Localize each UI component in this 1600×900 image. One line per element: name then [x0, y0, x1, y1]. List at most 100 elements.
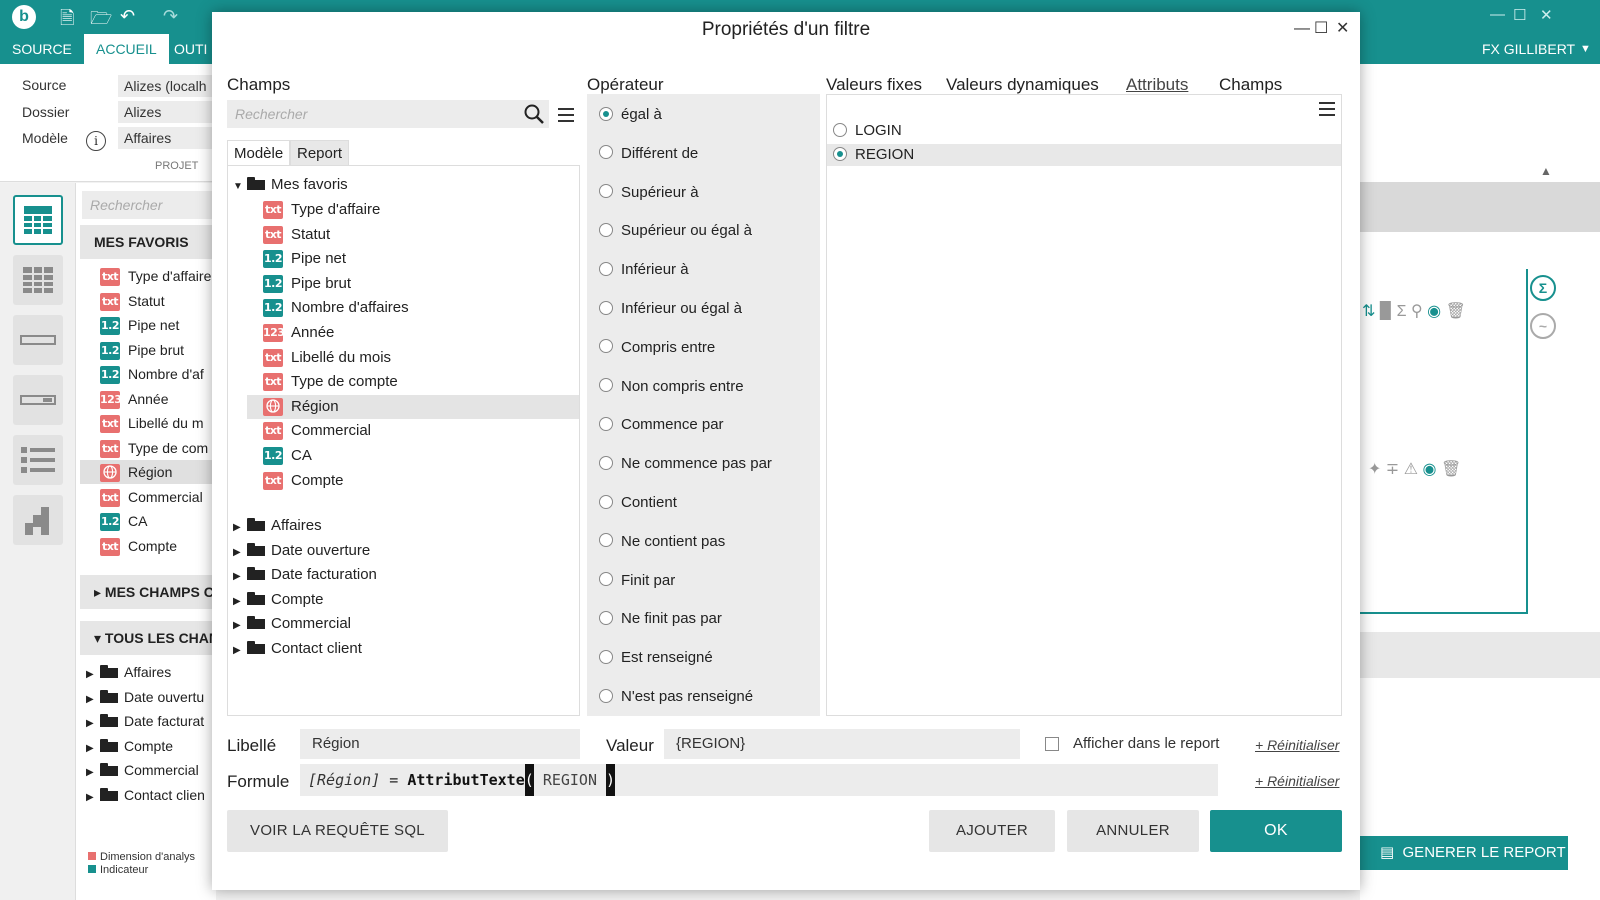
field-panel-folder[interactable]: ▶ Commercial: [86, 758, 199, 782]
values-menu-icon[interactable]: [1319, 102, 1335, 116]
tab-valeurs-fixes[interactable]: Valeurs fixes: [826, 75, 922, 95]
tab-valeurs-dynamiques[interactable]: Valeurs dynamiques: [946, 75, 1099, 95]
formula-editor[interactable]: [Région] = AttributTexte( REGION ): [300, 764, 1218, 796]
operator-option[interactable]: Supérieur ou égal à: [599, 220, 752, 242]
user-name[interactable]: FX GILLIBERT: [1482, 34, 1575, 64]
calc-icon[interactable]: ∓: [1386, 461, 1399, 478]
generate-report-button[interactable]: ▤ GENERER LE REPORT: [1360, 836, 1568, 870]
dialog-maximize-icon[interactable]: ☐: [1314, 21, 1328, 37]
info-icon[interactable]: i: [86, 131, 106, 151]
field-panel-folder[interactable]: ▶ Date facturat: [86, 709, 204, 733]
tree-folder-favorites[interactable]: ▼ Mes favoris: [233, 173, 348, 197]
field-panel-item[interactable]: txt Type d'affaire: [100, 264, 211, 288]
chart-view-icon[interactable]: [13, 495, 63, 545]
operator-option[interactable]: Finit par: [599, 570, 675, 592]
operator-option[interactable]: N'est pas renseigné: [599, 686, 753, 708]
tree-field-item[interactable]: 1.2 CA: [263, 444, 312, 468]
grid-view-icon[interactable]: [13, 255, 63, 305]
operator-option[interactable]: Commence par: [599, 414, 724, 436]
eye-icon[interactable]: ◉: [1427, 303, 1441, 320]
radio-icon[interactable]: [599, 533, 613, 548]
close-icon[interactable]: ✕: [1540, 6, 1553, 24]
magic-wand-icon[interactable]: ✦: [1368, 461, 1381, 478]
modele-value[interactable]: Affaires: [118, 127, 218, 149]
operator-option[interactable]: Contient: [599, 492, 677, 514]
field-panel-item[interactable]: 123 Année: [100, 387, 168, 411]
dialog-search-input[interactable]: Rechercher: [227, 100, 549, 128]
dialog-close-icon[interactable]: ✕: [1336, 21, 1349, 37]
tree-field-item[interactable]: txt Statut: [263, 223, 330, 247]
all-fields-header[interactable]: ▾ TOUS LES CHAM: [80, 621, 216, 655]
tree-field-item[interactable]: txt Commercial: [263, 419, 371, 443]
tree-folder-item[interactable]: ▶ Date facturation: [233, 563, 377, 587]
field-panel-item[interactable]: txt Libellé du m: [100, 411, 204, 435]
field-search-input[interactable]: Rechercher: [82, 191, 212, 219]
slider-view-icon[interactable]: [13, 375, 63, 425]
tree-folder-item[interactable]: ▶ Date ouverture: [233, 539, 370, 563]
radio-icon[interactable]: [833, 146, 847, 161]
tab-accueil[interactable]: ACCUEIL: [84, 34, 169, 64]
search-icon[interactable]: [522, 102, 546, 126]
operator-option[interactable]: Supérieur à: [599, 182, 699, 204]
radio-icon[interactable]: [599, 222, 613, 237]
operator-option[interactable]: Inférieur ou égal à: [599, 298, 742, 320]
tree-field-item[interactable]: txt Type d'affaire: [263, 198, 380, 222]
field-panel-item[interactable]: 1.2 Pipe net: [100, 313, 179, 337]
tree-field-item[interactable]: 1.2 Pipe brut: [263, 272, 351, 296]
radio-icon[interactable]: [599, 455, 613, 470]
tab-attributs[interactable]: Attributs: [1126, 75, 1188, 95]
cancel-button[interactable]: ANNULER: [1067, 810, 1199, 852]
field-panel-folder[interactable]: ▶ Contact clien: [86, 783, 205, 807]
podium-icon[interactable]: ▉: [1380, 303, 1392, 320]
sort-az-icon[interactable]: ⇅: [1362, 303, 1375, 320]
eye-icon-2[interactable]: ◉: [1423, 461, 1437, 478]
warning-icon[interactable]: ⚠: [1404, 461, 1418, 478]
scroll-up-icon[interactable]: ▲: [1540, 164, 1552, 178]
field-panel-folder[interactable]: ▶ Affaires: [86, 660, 171, 684]
radio-icon[interactable]: [599, 184, 613, 199]
radio-icon[interactable]: [599, 572, 613, 587]
operator-option[interactable]: Inférieur à: [599, 259, 689, 281]
field-panel-item[interactable]: txt Commercial: [100, 485, 203, 509]
maximize-icon[interactable]: ☐: [1513, 6, 1526, 24]
tree-field-item[interactable]: 1.2 Nombre d'affaires: [263, 296, 409, 320]
tree-folder-item[interactable]: ▶ Compte: [233, 588, 324, 612]
operator-option[interactable]: Est renseigné: [599, 647, 713, 669]
view-sql-button[interactable]: VOIR LA REQUÊTE SQL: [227, 810, 448, 852]
add-button[interactable]: AJOUTER: [929, 810, 1055, 852]
radio-icon[interactable]: [599, 261, 613, 276]
operator-option[interactable]: Compris entre: [599, 337, 715, 359]
reset-value-link[interactable]: + Réinitialiser: [1255, 737, 1339, 753]
tab-modele[interactable]: Modèle: [227, 140, 291, 166]
attribute-option[interactable]: LOGIN: [827, 120, 1341, 142]
field-panel-item[interactable]: txt Statut: [100, 289, 165, 313]
reset-formula-link[interactable]: + Réinitialiser: [1255, 773, 1339, 789]
trash-icon[interactable]: 🗑: [1446, 303, 1466, 320]
tab-champs[interactable]: Champs: [1219, 75, 1282, 95]
tree-field-item[interactable]: Région: [247, 394, 579, 419]
tree-field-item[interactable]: 1.2 Pipe net: [263, 247, 346, 271]
minimize-icon[interactable]: —: [1490, 6, 1505, 23]
radio-icon[interactable]: [599, 494, 613, 509]
tree-field-item[interactable]: 123 Année: [263, 321, 334, 345]
tree-field-item[interactable]: txt Libellé du mois: [263, 346, 391, 370]
operator-option[interactable]: Différent de: [599, 143, 698, 165]
radio-icon[interactable]: [599, 649, 613, 664]
attribute-option[interactable]: REGION: [827, 144, 1341, 166]
radio-icon[interactable]: [833, 122, 847, 137]
bar-view-icon[interactable]: [13, 315, 63, 365]
operator-option[interactable]: Ne contient pas: [599, 531, 725, 553]
field-panel-item[interactable]: 1.2 Nombre d'af: [100, 362, 204, 386]
field-panel-folder[interactable]: ▶ Date ouvertu: [86, 685, 204, 709]
field-panel-item[interactable]: Région: [80, 460, 216, 484]
undo-icon[interactable]: ↶: [120, 6, 135, 27]
redo-icon[interactable]: ↷: [163, 6, 178, 27]
radio-icon[interactable]: [599, 339, 613, 354]
radio-icon[interactable]: [599, 688, 613, 703]
table-view-icon[interactable]: [13, 195, 63, 245]
tab-outils[interactable]: OUTI: [162, 34, 219, 64]
radio-icon[interactable]: [599, 145, 613, 160]
fields-menu-icon[interactable]: [558, 108, 574, 122]
operator-option[interactable]: Ne commence pas par: [599, 453, 772, 475]
tab-source[interactable]: SOURCE: [0, 34, 84, 64]
